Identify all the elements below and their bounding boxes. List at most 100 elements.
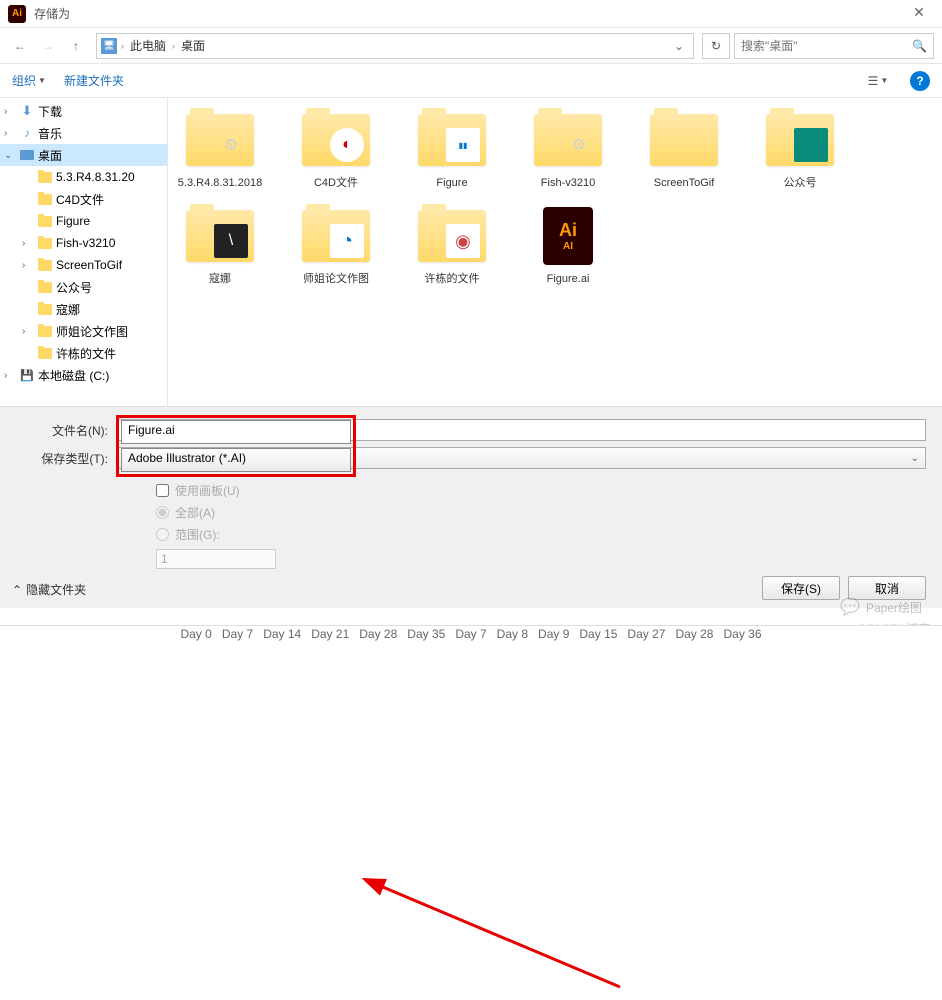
folder-icon bbox=[37, 192, 53, 206]
sidebar-item-label: 许栋的文件 bbox=[56, 345, 116, 362]
file-item-3[interactable]: ⚙Fish-v3210 bbox=[524, 108, 612, 190]
save-panel: Figure.ai Adobe Illustrator (*.AI) 文件名(N… bbox=[0, 406, 942, 608]
file-item-1[interactable]: ◐C4D文件 bbox=[292, 108, 380, 190]
sidebar-item-2[interactable]: ⌄ 桌面 bbox=[0, 144, 167, 166]
chevron-icon bbox=[22, 348, 34, 359]
search-icon[interactable]: 🔍 bbox=[912, 39, 927, 53]
breadcrumb-root[interactable]: 此电脑 bbox=[128, 37, 168, 54]
file-label: 公众号 bbox=[756, 176, 844, 190]
all-radio[interactable] bbox=[156, 506, 169, 519]
save-button[interactable]: 保存(S) bbox=[762, 576, 840, 600]
sidebar-item-9[interactable]: 寇娜 bbox=[0, 298, 167, 320]
filetype-hl: Adobe Illustrator (*.AI) bbox=[121, 448, 351, 472]
folder-icon bbox=[37, 214, 53, 228]
help-button[interactable]: ? bbox=[910, 71, 930, 91]
sidebar-item-label: 音乐 bbox=[38, 125, 62, 142]
chevron-icon: › bbox=[22, 238, 34, 249]
chevron-icon: › bbox=[22, 326, 34, 337]
chevron-icon bbox=[22, 172, 34, 183]
sidebar-item-1[interactable]: ›♪音乐 bbox=[0, 122, 167, 144]
filetype-label: 保存类型(T): bbox=[16, 450, 116, 467]
file-label: ScreenToGif bbox=[640, 176, 728, 190]
chevron-icon: ⌄ bbox=[4, 150, 16, 161]
file-label: 5.3.R4.8.31.2018 bbox=[176, 176, 264, 190]
chevron-right-icon: › bbox=[172, 41, 175, 51]
range-radio[interactable] bbox=[156, 528, 169, 541]
organize-menu[interactable]: 组织▼ bbox=[12, 72, 46, 89]
file-label: 寇娜 bbox=[176, 272, 264, 286]
sidebar-item-10[interactable]: ›师姐论文作图 bbox=[0, 320, 167, 342]
refresh-button[interactable]: ↻ bbox=[702, 33, 730, 59]
chevron-icon bbox=[22, 304, 34, 315]
sidebar-item-5[interactable]: Figure bbox=[0, 210, 167, 232]
file-item-0[interactable]: ⚙5.3.R4.8.31.2018 bbox=[176, 108, 264, 190]
download-icon: ⬇ bbox=[19, 104, 35, 118]
sidebar-item-label: 公众号 bbox=[56, 279, 92, 296]
folder-icon bbox=[766, 114, 834, 166]
use-artboard-checkbox[interactable] bbox=[156, 484, 169, 497]
sidebar-item-8[interactable]: 公众号 bbox=[0, 276, 167, 298]
file-item-7[interactable]: ◔ 师姐论文作图 bbox=[292, 204, 380, 286]
file-item-6[interactable]: \ 寇娜 bbox=[176, 204, 264, 286]
folder-icon: ◔ bbox=[302, 210, 370, 262]
app-icon: Ai bbox=[8, 5, 26, 23]
file-item-9[interactable]: AiAI Figure.ai bbox=[524, 204, 612, 286]
sidebar-item-3[interactable]: 5.3.R4.8.31.20 bbox=[0, 166, 167, 188]
sidebar-item-6[interactable]: › Fish-v3210 bbox=[0, 232, 167, 254]
folder-icon: \ bbox=[186, 210, 254, 262]
sidebar-item-4[interactable]: C4D文件 bbox=[0, 188, 167, 210]
computer-icon: 🖥 bbox=[101, 38, 117, 54]
file-label: Figure bbox=[408, 176, 496, 190]
toolbar: 组织▼ 新建文件夹 ☰ ▼ ? bbox=[0, 64, 942, 98]
annotation-arrow bbox=[370, 877, 630, 1000]
chevron-icon: › bbox=[4, 370, 16, 381]
ai-file-icon: AiAI bbox=[543, 207, 593, 265]
sidebar-item-label: 桌面 bbox=[38, 147, 62, 164]
range-input[interactable] bbox=[156, 549, 276, 569]
view-menu[interactable]: ☰ ▼ bbox=[864, 69, 892, 93]
search-input[interactable] bbox=[741, 39, 912, 53]
folder-icon: ◐ bbox=[302, 114, 370, 166]
sidebar-item-0[interactable]: ›⬇下载 bbox=[0, 100, 167, 122]
sidebar-item-11[interactable]: 许栋的文件 bbox=[0, 342, 167, 364]
sidebar-item-label: 本地磁盘 (C:) bbox=[38, 367, 109, 384]
chevron-icon: › bbox=[22, 260, 34, 271]
sidebar-item-7[interactable]: › ScreenToGif bbox=[0, 254, 167, 276]
chevron-down-icon: ⌄ bbox=[911, 453, 919, 464]
folder-icon bbox=[37, 258, 53, 272]
file-label: 师姐论文作图 bbox=[292, 272, 380, 286]
file-item-5[interactable]: 公众号 bbox=[756, 108, 844, 190]
sidebar-item-12[interactable]: ›💾本地磁盘 (C:) bbox=[0, 364, 167, 386]
file-item-4[interactable]: ScreenToGif bbox=[640, 108, 728, 190]
forward-button[interactable]: → bbox=[36, 34, 60, 58]
sidebar-item-label: Figure bbox=[56, 214, 90, 228]
breadcrumb-current[interactable]: 桌面 bbox=[179, 37, 207, 54]
sidebar-item-label: Fish-v3210 bbox=[56, 236, 115, 250]
close-button[interactable]: ✕ bbox=[904, 4, 934, 24]
sidebar-item-label: ScreenToGif bbox=[56, 258, 122, 272]
up-button[interactable]: ↑ bbox=[64, 34, 88, 58]
folder-icon bbox=[650, 114, 718, 166]
range-label: 范围(G): bbox=[175, 526, 220, 543]
sidebar-item-label: 寇娜 bbox=[56, 301, 80, 318]
chevron-icon bbox=[22, 282, 34, 293]
new-folder-button[interactable]: 新建文件夹 bbox=[64, 72, 124, 89]
file-item-2[interactable]: ▮▮Figure bbox=[408, 108, 496, 190]
disk-icon: 💾 bbox=[19, 368, 35, 382]
file-label: Figure.ai bbox=[524, 272, 612, 286]
cancel-button[interactable]: 取消 bbox=[848, 576, 926, 600]
desktop-icon bbox=[19, 148, 35, 162]
breadcrumb[interactable]: 🖥 › 此电脑 › 桌面 ⌄ bbox=[96, 33, 694, 59]
navbar: ← → ↑ 🖥 › 此电脑 › 桌面 ⌄ ↻ 🔍 bbox=[0, 28, 942, 64]
search-box[interactable]: 🔍 bbox=[734, 33, 934, 59]
folder-icon: ◉ bbox=[418, 210, 486, 262]
chevron-icon bbox=[22, 194, 34, 205]
back-button[interactable]: ← bbox=[8, 34, 32, 58]
filename-hl: Figure.ai bbox=[121, 420, 351, 444]
file-item-8[interactable]: ◉许栋的文件 bbox=[408, 204, 496, 286]
titlebar: Ai 存储为 ✕ bbox=[0, 0, 942, 28]
breadcrumb-dropdown[interactable]: ⌄ bbox=[669, 39, 689, 53]
chevron-up-icon: ⌃ bbox=[12, 583, 22, 597]
folder-icon bbox=[37, 280, 53, 294]
hide-folders-toggle[interactable]: ⌃ 隐藏文件夹 bbox=[12, 581, 86, 598]
